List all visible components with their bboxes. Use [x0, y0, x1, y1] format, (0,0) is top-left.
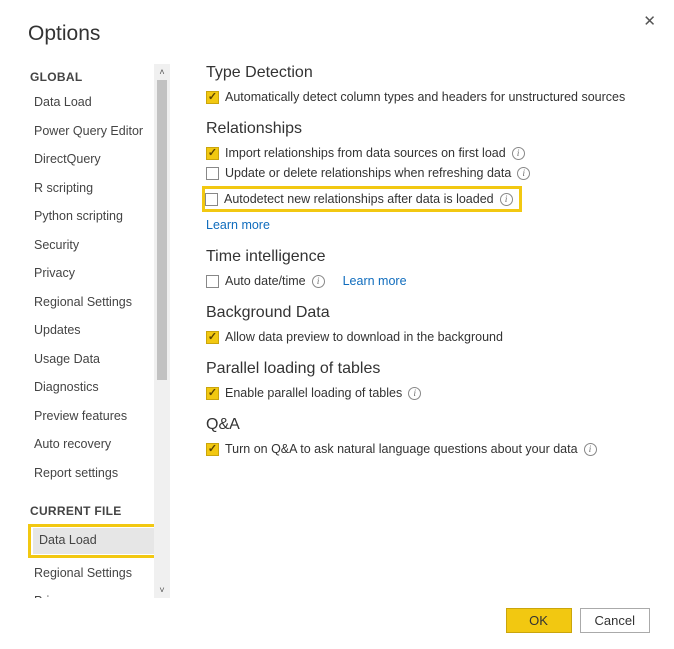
sidebar-item-auto-recovery-global[interactable]: Auto recovery: [28, 432, 160, 458]
highlight-sidebar-data-load: Data Load: [28, 524, 160, 558]
sidebar-item-regional-settings-global[interactable]: Regional Settings: [28, 290, 160, 316]
sidebar-group-current-file: CURRENT FILE: [28, 504, 160, 518]
info-icon[interactable]: [584, 443, 597, 456]
sidebar-item-report-settings[interactable]: Report settings: [28, 461, 160, 487]
section-relationships: Relationships: [206, 120, 642, 138]
sidebar-item-python-scripting[interactable]: Python scripting: [28, 204, 160, 230]
sidebar-item-directquery[interactable]: DirectQuery: [28, 147, 160, 173]
info-icon[interactable]: [500, 193, 513, 206]
checkbox-autodetect-relationships[interactable]: [205, 193, 218, 206]
sidebar-item-r-scripting[interactable]: R scripting: [28, 176, 160, 202]
checkbox-type-detection[interactable]: [206, 91, 219, 104]
checkbox-auto-date-time[interactable]: [206, 275, 219, 288]
sidebar-item-privacy-current[interactable]: Privacy: [28, 589, 160, 598]
cancel-button[interactable]: Cancel: [580, 608, 650, 633]
section-parallel-loading: Parallel loading of tables: [206, 360, 642, 378]
sidebar-group-global: GLOBAL: [28, 70, 160, 84]
sidebar: GLOBAL Data Load Power Query Editor Dire…: [28, 64, 170, 598]
label-auto-date-time: Auto date/time: [225, 274, 306, 288]
section-background-data: Background Data: [206, 304, 642, 322]
label-parallel-loading: Enable parallel loading of tables: [225, 386, 402, 400]
checkbox-background-data[interactable]: [206, 331, 219, 344]
ok-button[interactable]: OK: [506, 608, 572, 633]
link-learn-more-relationships[interactable]: Learn more: [206, 218, 270, 232]
info-icon[interactable]: [512, 147, 525, 160]
sidebar-item-power-query-editor[interactable]: Power Query Editor: [28, 119, 160, 145]
info-icon[interactable]: [517, 167, 530, 180]
highlight-autodetect: Autodetect new relationships after data …: [202, 186, 522, 212]
label-update-relationships: Update or delete relationships when refr…: [225, 166, 511, 180]
sidebar-item-preview-features[interactable]: Preview features: [28, 404, 160, 430]
sidebar-item-usage-data[interactable]: Usage Data: [28, 347, 160, 373]
scroll-down-icon[interactable]: ˅: [154, 582, 170, 598]
section-time-intelligence: Time intelligence: [206, 248, 642, 266]
info-icon[interactable]: [408, 387, 421, 400]
close-icon[interactable]: ✕: [643, 12, 656, 30]
checkbox-import-relationships[interactable]: [206, 147, 219, 160]
content-panel: Type Detection Automatically detect colu…: [170, 64, 650, 598]
checkbox-qa[interactable]: [206, 443, 219, 456]
checkbox-update-relationships[interactable]: [206, 167, 219, 180]
scroll-up-icon[interactable]: ˄: [154, 64, 170, 80]
sidebar-scrollbar[interactable]: ˄ ˅: [154, 64, 170, 598]
info-icon[interactable]: [312, 275, 325, 288]
section-type-detection: Type Detection: [206, 64, 642, 82]
label-background-data: Allow data preview to download in the ba…: [225, 330, 503, 344]
label-qa: Turn on Q&A to ask natural language ques…: [225, 442, 578, 456]
link-learn-more-time[interactable]: Learn more: [343, 274, 407, 288]
sidebar-item-privacy-global[interactable]: Privacy: [28, 261, 160, 287]
label-type-detection: Automatically detect column types and he…: [225, 90, 625, 104]
section-qa: Q&A: [206, 416, 642, 434]
sidebar-item-data-load-current[interactable]: Data Load: [33, 528, 155, 554]
checkbox-parallel-loading[interactable]: [206, 387, 219, 400]
sidebar-item-diagnostics[interactable]: Diagnostics: [28, 375, 160, 401]
scroll-thumb[interactable]: [157, 80, 167, 380]
dialog-footer: OK Cancel: [28, 598, 650, 633]
sidebar-item-data-load-global[interactable]: Data Load: [28, 90, 160, 116]
label-autodetect-relationships: Autodetect new relationships after data …: [224, 192, 494, 206]
dialog-title: Options: [28, 22, 650, 46]
sidebar-item-updates[interactable]: Updates: [28, 318, 160, 344]
label-import-relationships: Import relationships from data sources o…: [225, 146, 506, 160]
sidebar-item-security[interactable]: Security: [28, 233, 160, 259]
sidebar-item-regional-settings-current[interactable]: Regional Settings: [28, 561, 160, 587]
